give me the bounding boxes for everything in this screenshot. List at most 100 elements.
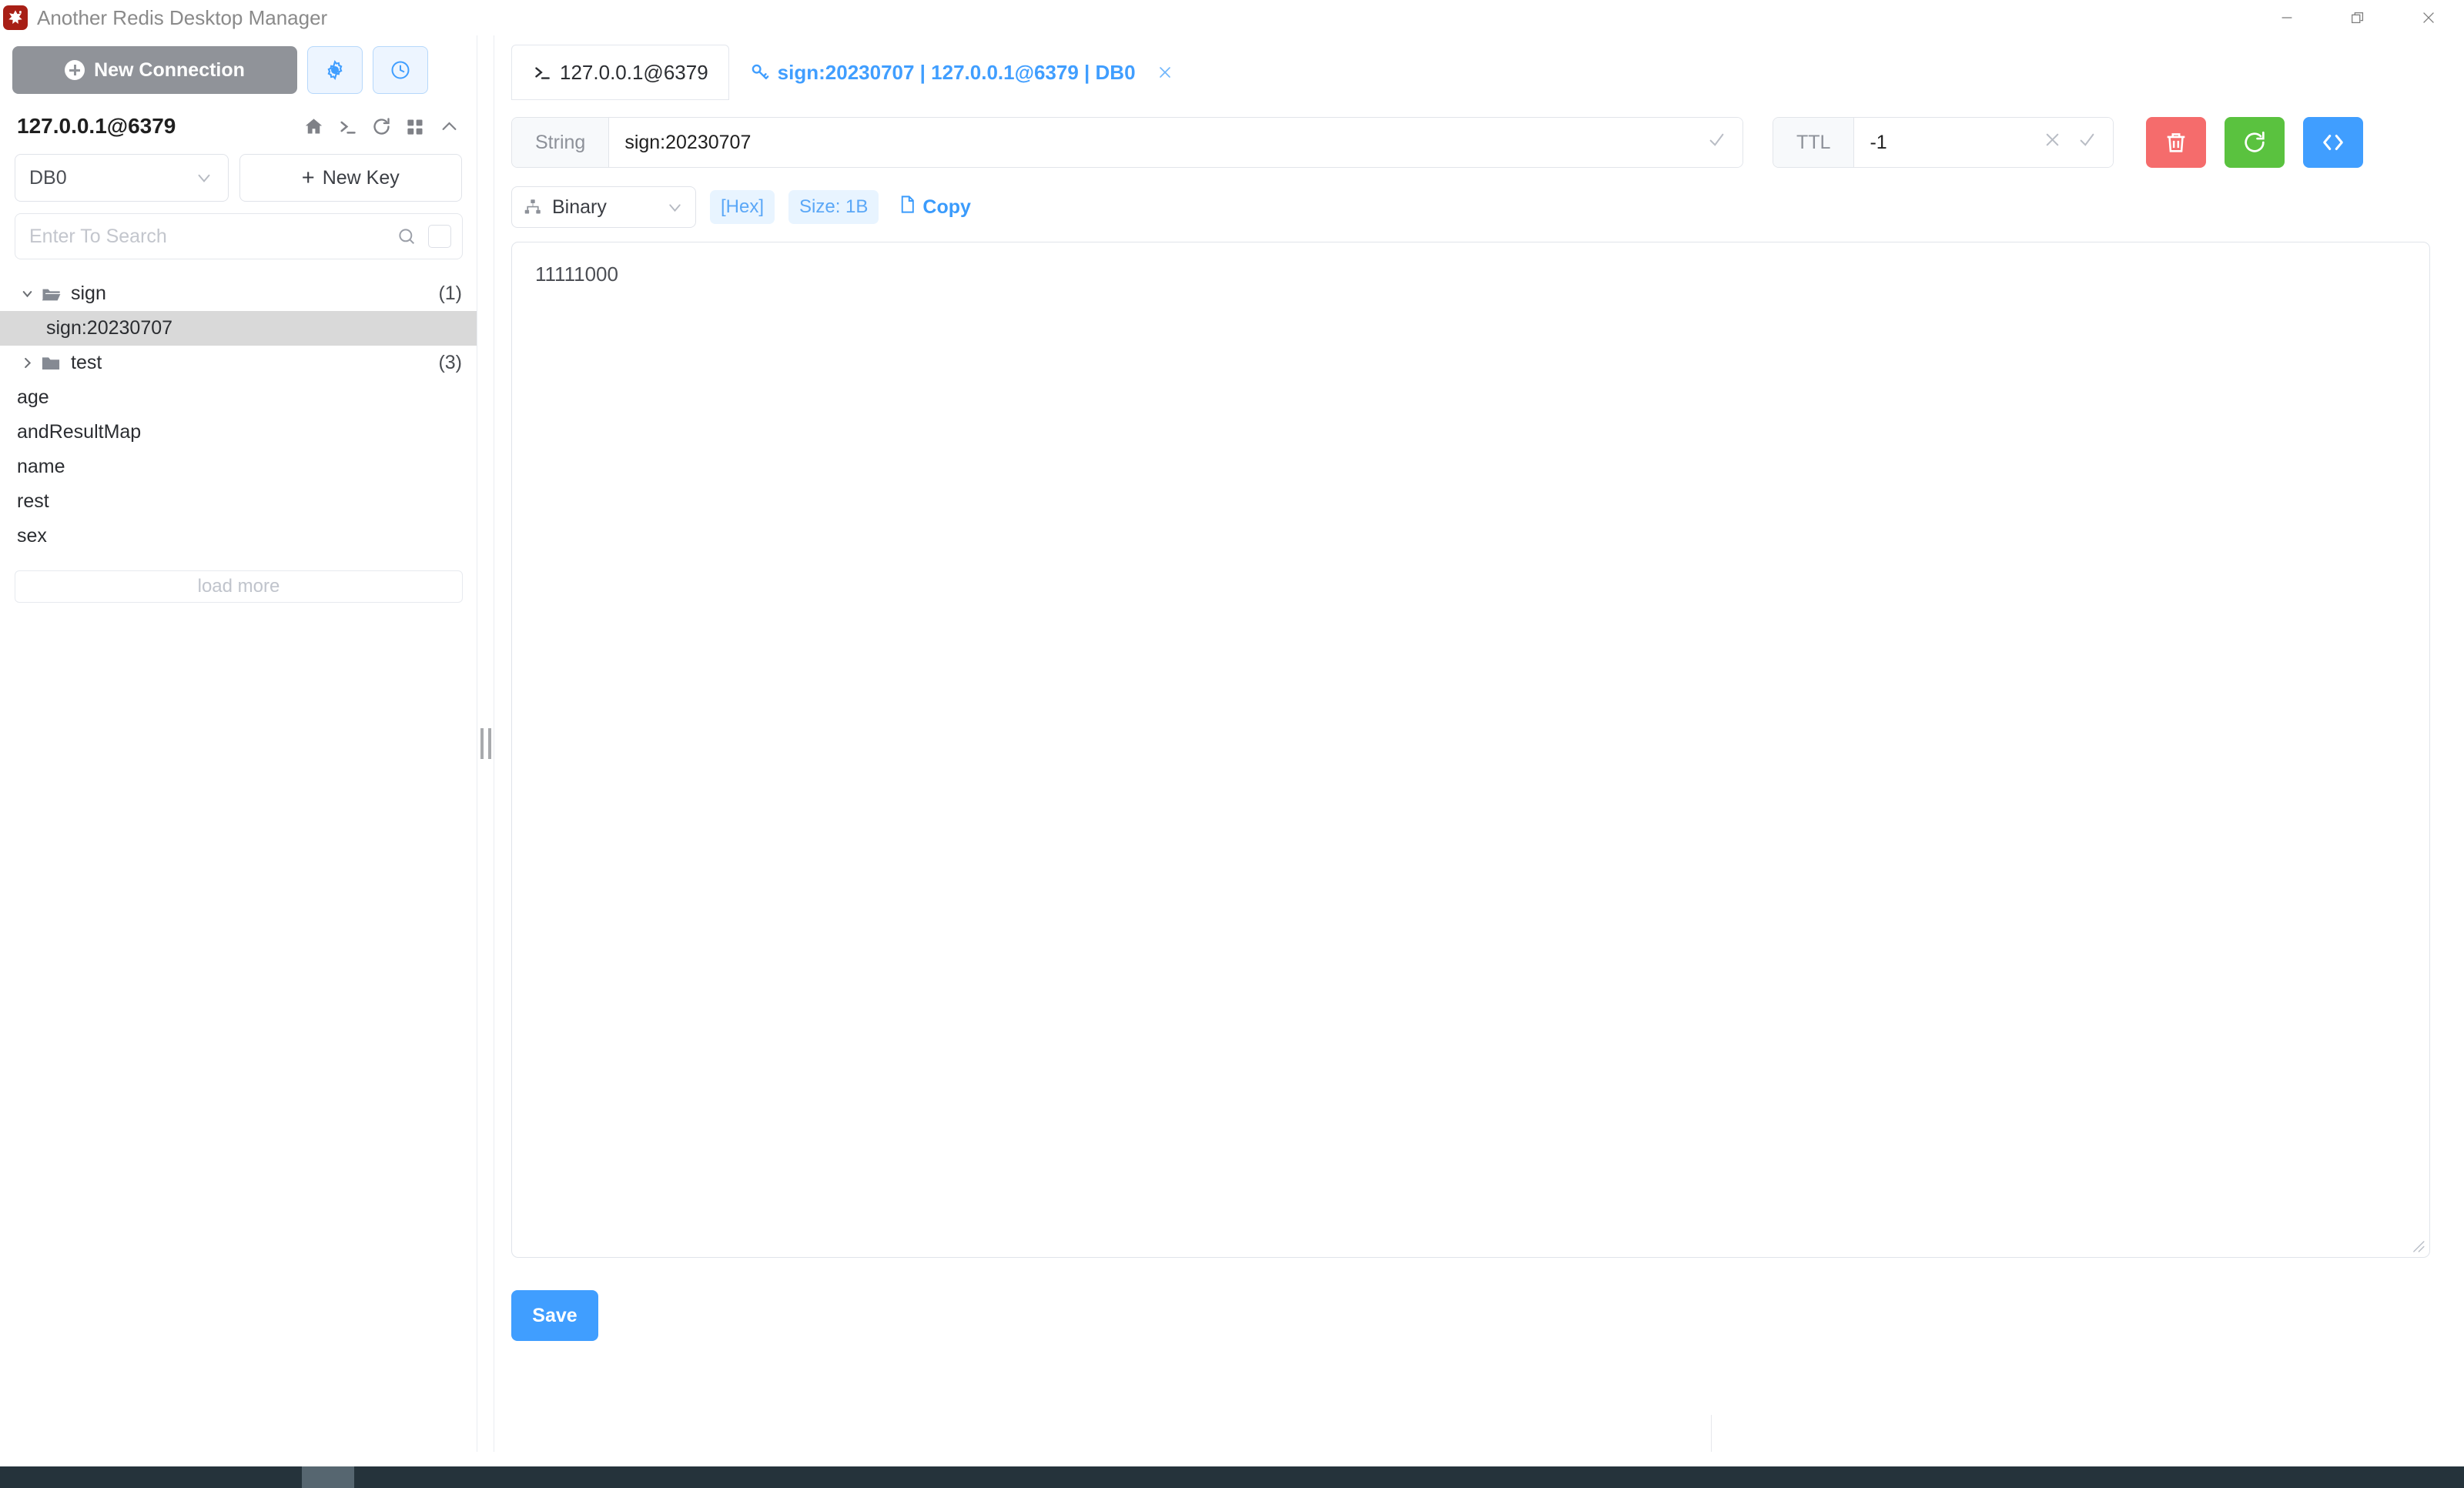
- refresh-key-button[interactable]: [2225, 117, 2285, 168]
- chevron-down-icon: [194, 168, 214, 188]
- new-connection-label: New Connection: [94, 59, 245, 81]
- tree-item-label: andResultMap: [17, 421, 142, 443]
- sidebar: New Connection 127.0.0.1@6379 DB0 + New …: [0, 35, 477, 1452]
- tree-item-count: (1): [438, 283, 462, 304]
- delete-key-button[interactable]: [2146, 117, 2206, 168]
- tree-folder-sign[interactable]: sign (1): [0, 276, 477, 311]
- search-input[interactable]: Enter To Search: [15, 213, 463, 259]
- save-button[interactable]: Save: [511, 1290, 598, 1341]
- tree-key-age[interactable]: age: [0, 380, 477, 415]
- database-select[interactable]: DB0: [15, 154, 229, 202]
- hex-badge[interactable]: [Hex]: [710, 190, 775, 224]
- splitter-grip-icon: [480, 728, 491, 759]
- code-view-button[interactable]: [2303, 117, 2363, 168]
- format-select[interactable]: Binary: [511, 186, 696, 228]
- size-badge: Size: 1B: [788, 190, 879, 224]
- chevron-down-icon[interactable]: [17, 286, 37, 301]
- history-button[interactable]: [373, 46, 428, 94]
- load-more-button[interactable]: load more: [15, 570, 463, 603]
- tab-bar: 127.0.0.1@6379 sign:20230707 | 127.0.0.1…: [495, 35, 2464, 100]
- value-textarea[interactable]: 11111000: [511, 242, 2430, 1258]
- gear-icon: [327, 60, 343, 80]
- key-name-field[interactable]: String sign:20230707: [511, 117, 1743, 168]
- value-text: 11111000: [535, 262, 618, 286]
- key-action-buttons: [2146, 117, 2363, 168]
- tree-item-label: test: [71, 352, 102, 373]
- tab-label: sign:20230707 | 127.0.0.1@6379 | DB0: [777, 60, 1136, 84]
- key-tree: sign (1) sign:20230707 test (3) age andR…: [0, 276, 477, 553]
- tree-key-rest[interactable]: rest: [0, 484, 477, 519]
- settings-button[interactable]: [307, 46, 363, 94]
- tree-folder-test[interactable]: test (3): [0, 346, 477, 380]
- refresh-icon[interactable]: [371, 116, 392, 137]
- clock-icon: [391, 61, 410, 79]
- sidebar-toolbar: New Connection: [0, 35, 477, 94]
- close-icon[interactable]: [1156, 63, 1174, 82]
- tree-item-label: rest: [17, 490, 49, 512]
- search-row: Enter To Search: [0, 202, 477, 259]
- key-name-input[interactable]: sign:20230707: [609, 118, 1743, 167]
- ttl-suffix: [2042, 129, 2097, 155]
- title-bar: Another Redis Desktop Manager: [0, 0, 2464, 35]
- check-icon[interactable]: [1706, 129, 1727, 155]
- tree-key-sign-20230707[interactable]: sign:20230707: [0, 311, 477, 346]
- tab-label: 127.0.0.1@6379: [560, 60, 708, 84]
- terminal-icon[interactable]: [337, 116, 358, 137]
- document-icon: [897, 194, 918, 220]
- close-icon[interactable]: [2042, 129, 2063, 155]
- redis-star-icon: [3, 5, 28, 30]
- tree-key-sex[interactable]: sex: [0, 519, 477, 553]
- copy-button[interactable]: Copy: [897, 194, 971, 220]
- tree-item-label: sign: [71, 283, 106, 304]
- tree-item-label: sex: [17, 525, 47, 547]
- plus-circle-icon: [65, 60, 85, 80]
- format-select-value: Binary: [552, 196, 607, 218]
- tab-key-sign-20230707[interactable]: sign:20230707 | 127.0.0.1@6379 | DB0: [728, 45, 1195, 100]
- code-icon: [2323, 135, 2343, 150]
- grid-icon[interactable]: [405, 116, 426, 137]
- search-placeholder: Enter To Search: [29, 225, 167, 247]
- minimize-icon[interactable]: [2251, 0, 2322, 35]
- window-controls: [2251, 0, 2464, 35]
- terminal-icon: [532, 62, 552, 82]
- ttl-label: TTL: [1773, 118, 1855, 167]
- resize-handle-icon[interactable]: [2405, 1233, 2426, 1253]
- refresh-icon: [2245, 131, 2265, 152]
- restore-icon[interactable]: [2322, 0, 2393, 35]
- check-icon[interactable]: [2077, 129, 2097, 155]
- load-more-wrap: load more: [0, 553, 477, 603]
- database-row: DB0 + New Key: [0, 139, 477, 202]
- plus-icon: +: [301, 165, 315, 190]
- tree-key-andresultmap[interactable]: andResultMap: [0, 415, 477, 450]
- home-icon[interactable]: [303, 116, 324, 137]
- ttl-value: -1: [1870, 131, 1887, 153]
- close-icon[interactable]: [2393, 0, 2464, 35]
- tree-item-count: (3): [438, 352, 462, 373]
- ttl-input[interactable]: -1: [1854, 118, 2113, 167]
- key-header: String sign:20230707 TTL -1: [495, 100, 2464, 168]
- new-key-button[interactable]: + New Key: [239, 154, 462, 202]
- search-icon[interactable]: [396, 226, 417, 247]
- chevron-up-icon[interactable]: [439, 116, 460, 137]
- tree-item-label: name: [17, 456, 65, 477]
- app-title: Another Redis Desktop Manager: [37, 5, 328, 29]
- copy-label: Copy: [922, 196, 971, 218]
- chevron-right-icon[interactable]: [17, 356, 37, 370]
- folder-icon: [40, 353, 66, 374]
- connection-header: 127.0.0.1@6379: [0, 94, 477, 139]
- panel-splitter[interactable]: [477, 35, 494, 1452]
- tree-key-name[interactable]: name: [0, 450, 477, 484]
- new-connection-button[interactable]: New Connection: [12, 46, 297, 94]
- chevron-down-icon: [665, 198, 685, 217]
- tab-terminal[interactable]: 127.0.0.1@6379: [511, 45, 729, 100]
- search-exact-checkbox[interactable]: [428, 225, 451, 248]
- format-bar: Binary [Hex] Size: 1B Copy: [495, 168, 2464, 228]
- taskbar-active-item[interactable]: [302, 1466, 354, 1488]
- connection-actions: [303, 116, 460, 137]
- tree-item-label: age: [17, 386, 49, 408]
- key-icon: [750, 62, 770, 82]
- database-select-value: DB0: [29, 166, 67, 189]
- ttl-field[interactable]: TTL -1: [1773, 117, 2114, 168]
- key-name-suffix: [1706, 129, 1727, 155]
- new-key-label: New Key: [322, 166, 400, 189]
